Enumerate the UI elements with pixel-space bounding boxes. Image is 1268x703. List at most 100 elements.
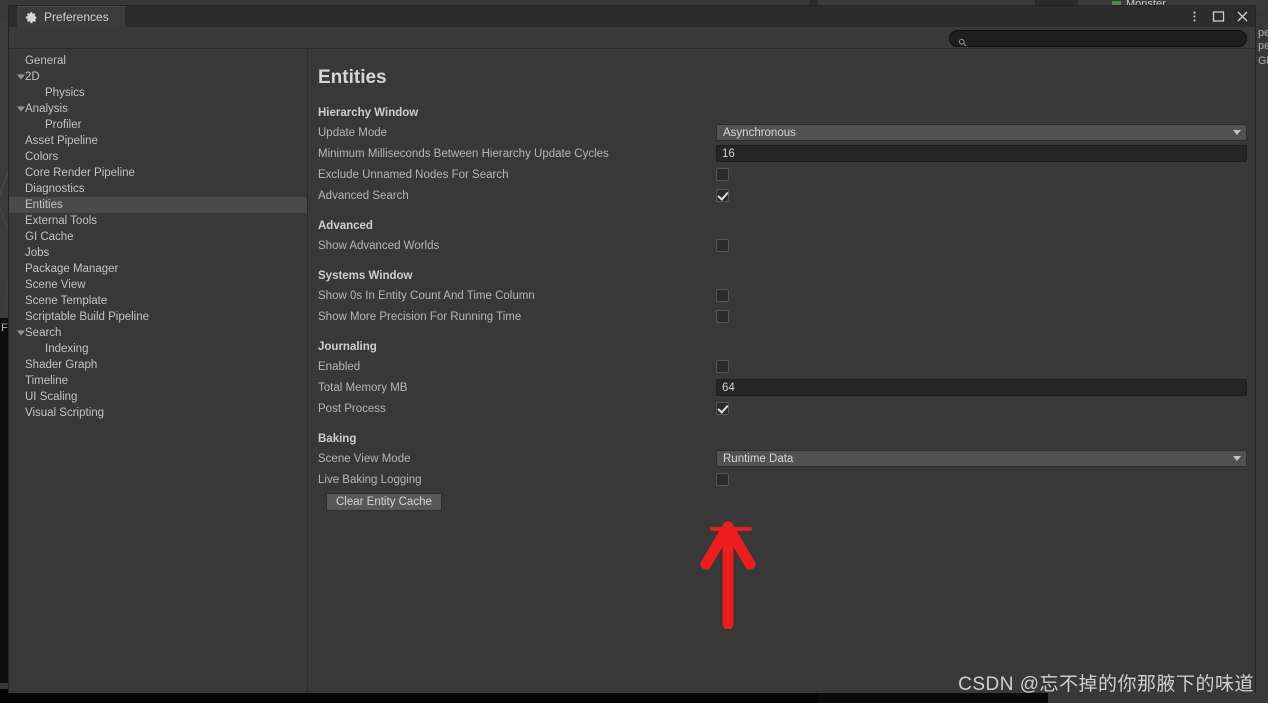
- sidebar-item-label: Scene View: [25, 279, 86, 291]
- row-control: Asynchronous: [716, 124, 1247, 141]
- sidebar-item-scene-view[interactable]: Scene View: [9, 277, 307, 293]
- sidebar-item-diagnostics[interactable]: Diagnostics: [9, 181, 307, 197]
- chevron-down-icon[interactable]: [17, 330, 25, 336]
- row-label: Total Memory MB: [318, 381, 408, 394]
- row-control: [716, 310, 729, 323]
- post-process-checkbox[interactable]: [716, 402, 729, 415]
- exclude-unnamed-nodes-for-search-checkbox[interactable]: [716, 168, 729, 181]
- row-label: Minimum Milliseconds Between Hierarchy U…: [318, 147, 609, 160]
- live-baking-logging-checkbox[interactable]: [716, 473, 729, 486]
- total-memory-mb-input[interactable]: 64: [716, 379, 1247, 396]
- row-label: Scene View Mode: [318, 452, 411, 465]
- sidebar-item-shader-graph[interactable]: Shader Graph: [9, 357, 307, 373]
- watermark: CSDN @忘不掉的你那腋下的味道: [958, 674, 1254, 695]
- sidebar-item-label: Profiler: [45, 119, 82, 131]
- row-label: Live Baking Logging: [318, 473, 422, 486]
- dropdown-value: Asynchronous: [723, 126, 796, 139]
- settings-row: Advanced Search: [318, 185, 1255, 206]
- chevron-down-icon[interactable]: [17, 74, 25, 80]
- background-right-fragment-1: pe: [1258, 27, 1268, 39]
- sidebar-item-label: External Tools: [25, 215, 98, 227]
- sidebar-item-asset-pipeline[interactable]: Asset Pipeline: [9, 133, 307, 149]
- kebab-menu-icon[interactable]: [1188, 10, 1201, 23]
- search-icon: [958, 34, 967, 47]
- window-titlebar: Preferences: [9, 6, 1255, 27]
- row-label: Post Process: [318, 402, 386, 415]
- sidebar-item-label: UI Scaling: [25, 391, 78, 403]
- sidebar-item-label: 2D: [25, 71, 40, 83]
- sidebar-item-search[interactable]: Search: [9, 325, 307, 341]
- sidebar-item-2d[interactable]: 2D: [9, 69, 307, 85]
- group-header: Baking: [318, 433, 357, 445]
- group-header: Systems Window: [318, 270, 413, 282]
- sidebar-item-visual-scripting[interactable]: Visual Scripting: [9, 405, 307, 421]
- show-more-precision-for-running-time-checkbox[interactable]: [716, 310, 729, 323]
- sidebar-item-physics[interactable]: Physics: [9, 85, 307, 101]
- sidebar-item-external-tools[interactable]: External Tools: [9, 213, 307, 229]
- sidebar-item-profiler[interactable]: Profiler: [9, 117, 307, 133]
- row-control: [716, 239, 729, 252]
- sidebar-item-label: Scene Template: [25, 295, 108, 307]
- row-label: Advanced Search: [318, 189, 409, 202]
- show-advanced-worlds-checkbox[interactable]: [716, 239, 729, 252]
- row-control: [716, 402, 729, 415]
- settings-row: Exclude Unnamed Nodes For Search: [318, 164, 1255, 185]
- row-label: Exclude Unnamed Nodes For Search: [318, 168, 509, 181]
- background-right-fragment-3: Gl: [1258, 55, 1268, 67]
- sidebar-item-jobs[interactable]: Jobs: [9, 245, 307, 261]
- sidebar-item-label: General: [25, 55, 66, 67]
- row-label: Show Advanced Worlds: [318, 239, 440, 252]
- tab-preferences[interactable]: Preferences: [17, 6, 125, 27]
- page-title: Entities: [318, 67, 387, 88]
- window-body: General 2D Physics Analysis Profiler Asset Pi…: [9, 49, 1255, 693]
- minimum-milliseconds-between-hierarchy-update-cycles-input[interactable]: 16: [716, 145, 1247, 162]
- sidebar-item-entities[interactable]: Entities: [9, 197, 307, 213]
- search-input[interactable]: [971, 32, 1226, 45]
- row-control: [716, 473, 729, 486]
- settings-row: Show Advanced Worlds: [318, 235, 1255, 256]
- maximize-icon[interactable]: [1212, 10, 1225, 23]
- row-control: [716, 189, 729, 202]
- settings-groups: Hierarchy Window Update Mode Asynchronous M…: [318, 107, 1255, 511]
- sidebar-item-gi-cache[interactable]: GI Cache: [9, 229, 307, 245]
- sidebar-item-label: Package Manager: [25, 263, 119, 275]
- scene-view-mode-dropdown[interactable]: Runtime Data: [716, 450, 1247, 467]
- close-icon[interactable]: [1236, 10, 1249, 23]
- sidebar-item-indexing[interactable]: Indexing: [9, 341, 307, 357]
- sidebar-item-package-manager[interactable]: Package Manager: [9, 261, 307, 277]
- sidebar-item-scene-template[interactable]: Scene Template: [9, 293, 307, 309]
- screen: Monster F pe pe Gl Preferences: [0, 0, 1268, 703]
- settings-row: Enabled: [318, 356, 1255, 377]
- window-controls: [1188, 6, 1249, 27]
- update-mode-dropdown[interactable]: Asynchronous: [716, 124, 1247, 141]
- clear-entity-cache-button[interactable]: Clear Entity Cache: [326, 492, 442, 511]
- toolbar: [9, 27, 1255, 49]
- settings-content: Entities Hierarchy Window Update Mode Asyn…: [308, 49, 1255, 693]
- sidebar-item-ui-scaling[interactable]: UI Scaling: [9, 389, 307, 405]
- row-control: 64: [716, 379, 1247, 396]
- settings-sidebar[interactable]: General 2D Physics Analysis Profiler Asset Pi…: [9, 49, 308, 693]
- row-control: [716, 168, 729, 181]
- settings-row: Update Mode Asynchronous: [318, 122, 1255, 143]
- sidebar-item-general[interactable]: General: [9, 53, 307, 69]
- gear-icon: [25, 11, 38, 24]
- sidebar-item-core-render-pipeline[interactable]: Core Render Pipeline: [9, 165, 307, 181]
- show-0s-in-entity-count-and-time-column-checkbox[interactable]: [716, 289, 729, 302]
- sidebar-item-analysis[interactable]: Analysis: [9, 101, 307, 117]
- settings-row: Show 0s In Entity Count And Time Column: [318, 285, 1255, 306]
- settings-row: Show More Precision For Running Time: [318, 306, 1255, 327]
- chevron-down-icon[interactable]: [17, 106, 25, 112]
- sidebar-item-timeline[interactable]: Timeline: [9, 373, 307, 389]
- sidebar-item-scriptable-build-pipeline[interactable]: Scriptable Build Pipeline: [9, 309, 307, 325]
- advanced-search-checkbox[interactable]: [716, 189, 729, 202]
- settings-row: Post Process: [318, 398, 1255, 419]
- sidebar-item-label: Entities: [25, 199, 63, 211]
- sidebar-item-colors[interactable]: Colors: [9, 149, 307, 165]
- settings-row: Scene View Mode Runtime Data: [318, 448, 1255, 469]
- settings-row: Clear Entity Cache: [318, 490, 1255, 511]
- search-box[interactable]: [949, 30, 1247, 47]
- enabled-checkbox[interactable]: [716, 360, 729, 373]
- chevron-down-icon: [1233, 130, 1241, 135]
- group-header: Journaling: [318, 341, 377, 353]
- sidebar-item-label: Diagnostics: [25, 183, 85, 195]
